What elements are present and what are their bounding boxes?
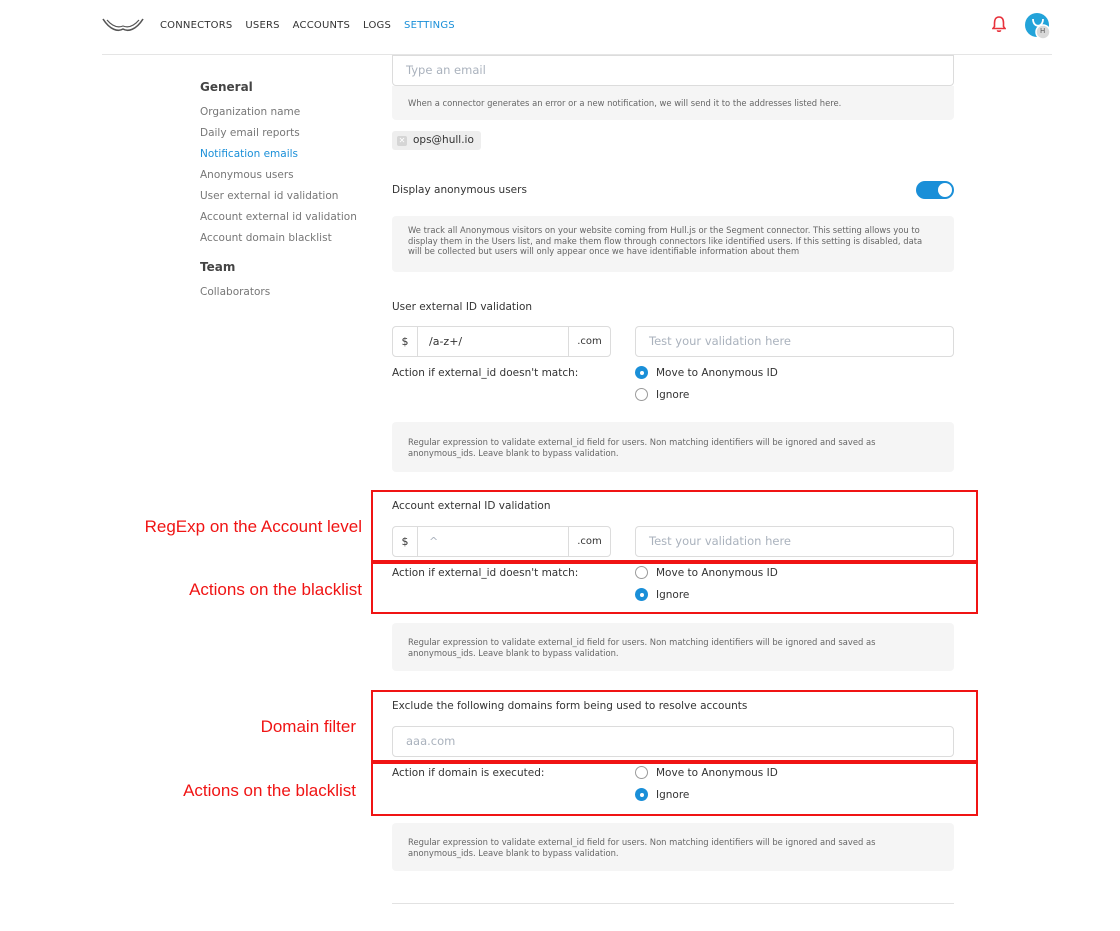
sidebar-item-user-external-id-validation[interactable]: User external id validation — [200, 186, 370, 207]
annotation-box-regexp — [371, 490, 978, 562]
email-tag-label: ops@hull.io — [413, 134, 474, 146]
user-validation-label: User external ID validation — [392, 301, 533, 313]
user-option-ignore[interactable]: Ignore — [635, 388, 689, 401]
nav-logs[interactable]: LOGS — [363, 20, 391, 31]
email-input[interactable]: Type an email — [392, 55, 954, 86]
notification-emails-help: When a connector generates an error or a… — [392, 86, 954, 120]
sidebar-item-collaborators[interactable]: Collaborators — [200, 282, 370, 303]
sidebar-item-notification-emails[interactable]: Notification emails — [200, 144, 370, 165]
remove-tag-icon[interactable]: ✕ — [397, 135, 407, 146]
section-divider — [392, 903, 954, 904]
radio-unchecked-icon — [635, 388, 648, 401]
account-validation-help: Regular expression to validate external_… — [392, 623, 954, 671]
hull-logo[interactable] — [102, 16, 144, 34]
anonymous-users-help: We track all Anonymous visitors on your … — [392, 216, 954, 272]
annotation-domain-filter: Domain filter — [260, 717, 356, 736]
avatar-initial: H — [1040, 27, 1046, 35]
regex-prefix: $ — [393, 327, 418, 356]
user-regex-input-group: $ /a-z+/ .com — [392, 326, 611, 357]
top-navigation: CONNECTORS USERS ACCOUNTS LOGS SETTINGS … — [0, 0, 1120, 55]
user-option-move[interactable]: Move to Anonymous ID — [635, 366, 778, 379]
annotation-box-domain-filter — [371, 690, 978, 762]
user-option-move-label: Move to Anonymous ID — [656, 366, 778, 379]
sidebar-item-organization-name[interactable]: Organization name — [200, 102, 370, 123]
sidebar-heading-general: General — [200, 80, 253, 94]
regex-suffix: .com — [568, 327, 610, 356]
avatar[interactable]: H — [1024, 12, 1052, 40]
nav-settings[interactable]: SETTINGS — [404, 20, 455, 31]
settings-sidebar: General Organization name Daily email re… — [200, 80, 370, 303]
main-nav: CONNECTORS USERS ACCOUNTS LOGS SETTINGS — [160, 20, 468, 31]
sidebar-item-account-domain-blacklist[interactable]: Account domain blacklist — [200, 228, 370, 249]
toggle-knob — [938, 183, 952, 197]
user-option-ignore-label: Ignore — [656, 388, 690, 401]
annotation-box-actions-2 — [371, 762, 978, 816]
bell-icon[interactable] — [992, 15, 1006, 33]
radio-checked-icon — [635, 366, 648, 379]
anonymous-users-toggle[interactable] — [916, 181, 954, 199]
nav-users[interactable]: USERS — [245, 20, 279, 31]
annotation-regexp: RegExp on the Account level — [144, 517, 362, 536]
domain-blacklist-help: Regular expression to validate external_… — [392, 823, 954, 871]
nav-connectors[interactable]: CONNECTORS — [160, 20, 232, 31]
user-regex-input[interactable]: /a-z+/ — [418, 327, 568, 356]
annotation-actions-2: Actions on the blacklist — [183, 781, 356, 800]
annotation-box-actions-1 — [371, 562, 978, 614]
anonymous-users-label: Display anonymous users — [392, 184, 527, 196]
email-tag: ✕ ops@hull.io — [392, 131, 481, 150]
sidebar-item-daily-email-reports[interactable]: Daily email reports — [200, 123, 370, 144]
sidebar-item-account-external-id-validation[interactable]: Account external id validation — [200, 207, 370, 228]
sidebar-heading-team: Team — [200, 260, 236, 274]
user-validation-help: Regular expression to validate external_… — [392, 422, 954, 472]
nav-accounts[interactable]: ACCOUNTS — [293, 20, 350, 31]
annotation-actions-1: Actions on the blacklist — [189, 580, 362, 599]
user-action-label: Action if external_id doesn't match: — [392, 367, 579, 379]
sidebar-item-anonymous-users[interactable]: Anonymous users — [200, 165, 370, 186]
user-test-validation-input[interactable]: Test your validation here — [635, 326, 954, 357]
